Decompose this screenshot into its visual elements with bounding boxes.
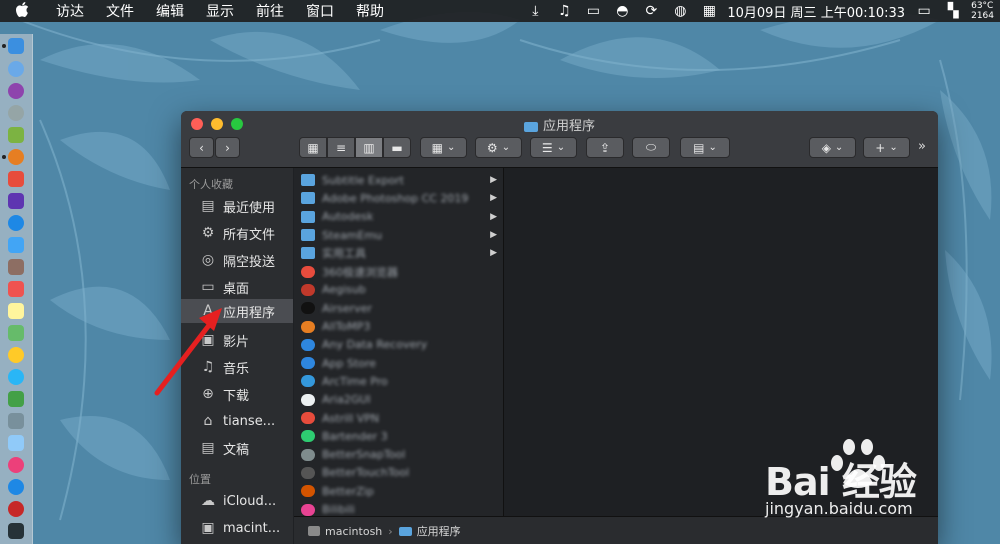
watermark-url: jingyan.baidu.com xyxy=(765,499,913,518)
watermark-text: Bai 经验 xyxy=(765,460,917,504)
baidu-watermark: Bai 经验 jingyan.baidu.com xyxy=(765,437,995,522)
